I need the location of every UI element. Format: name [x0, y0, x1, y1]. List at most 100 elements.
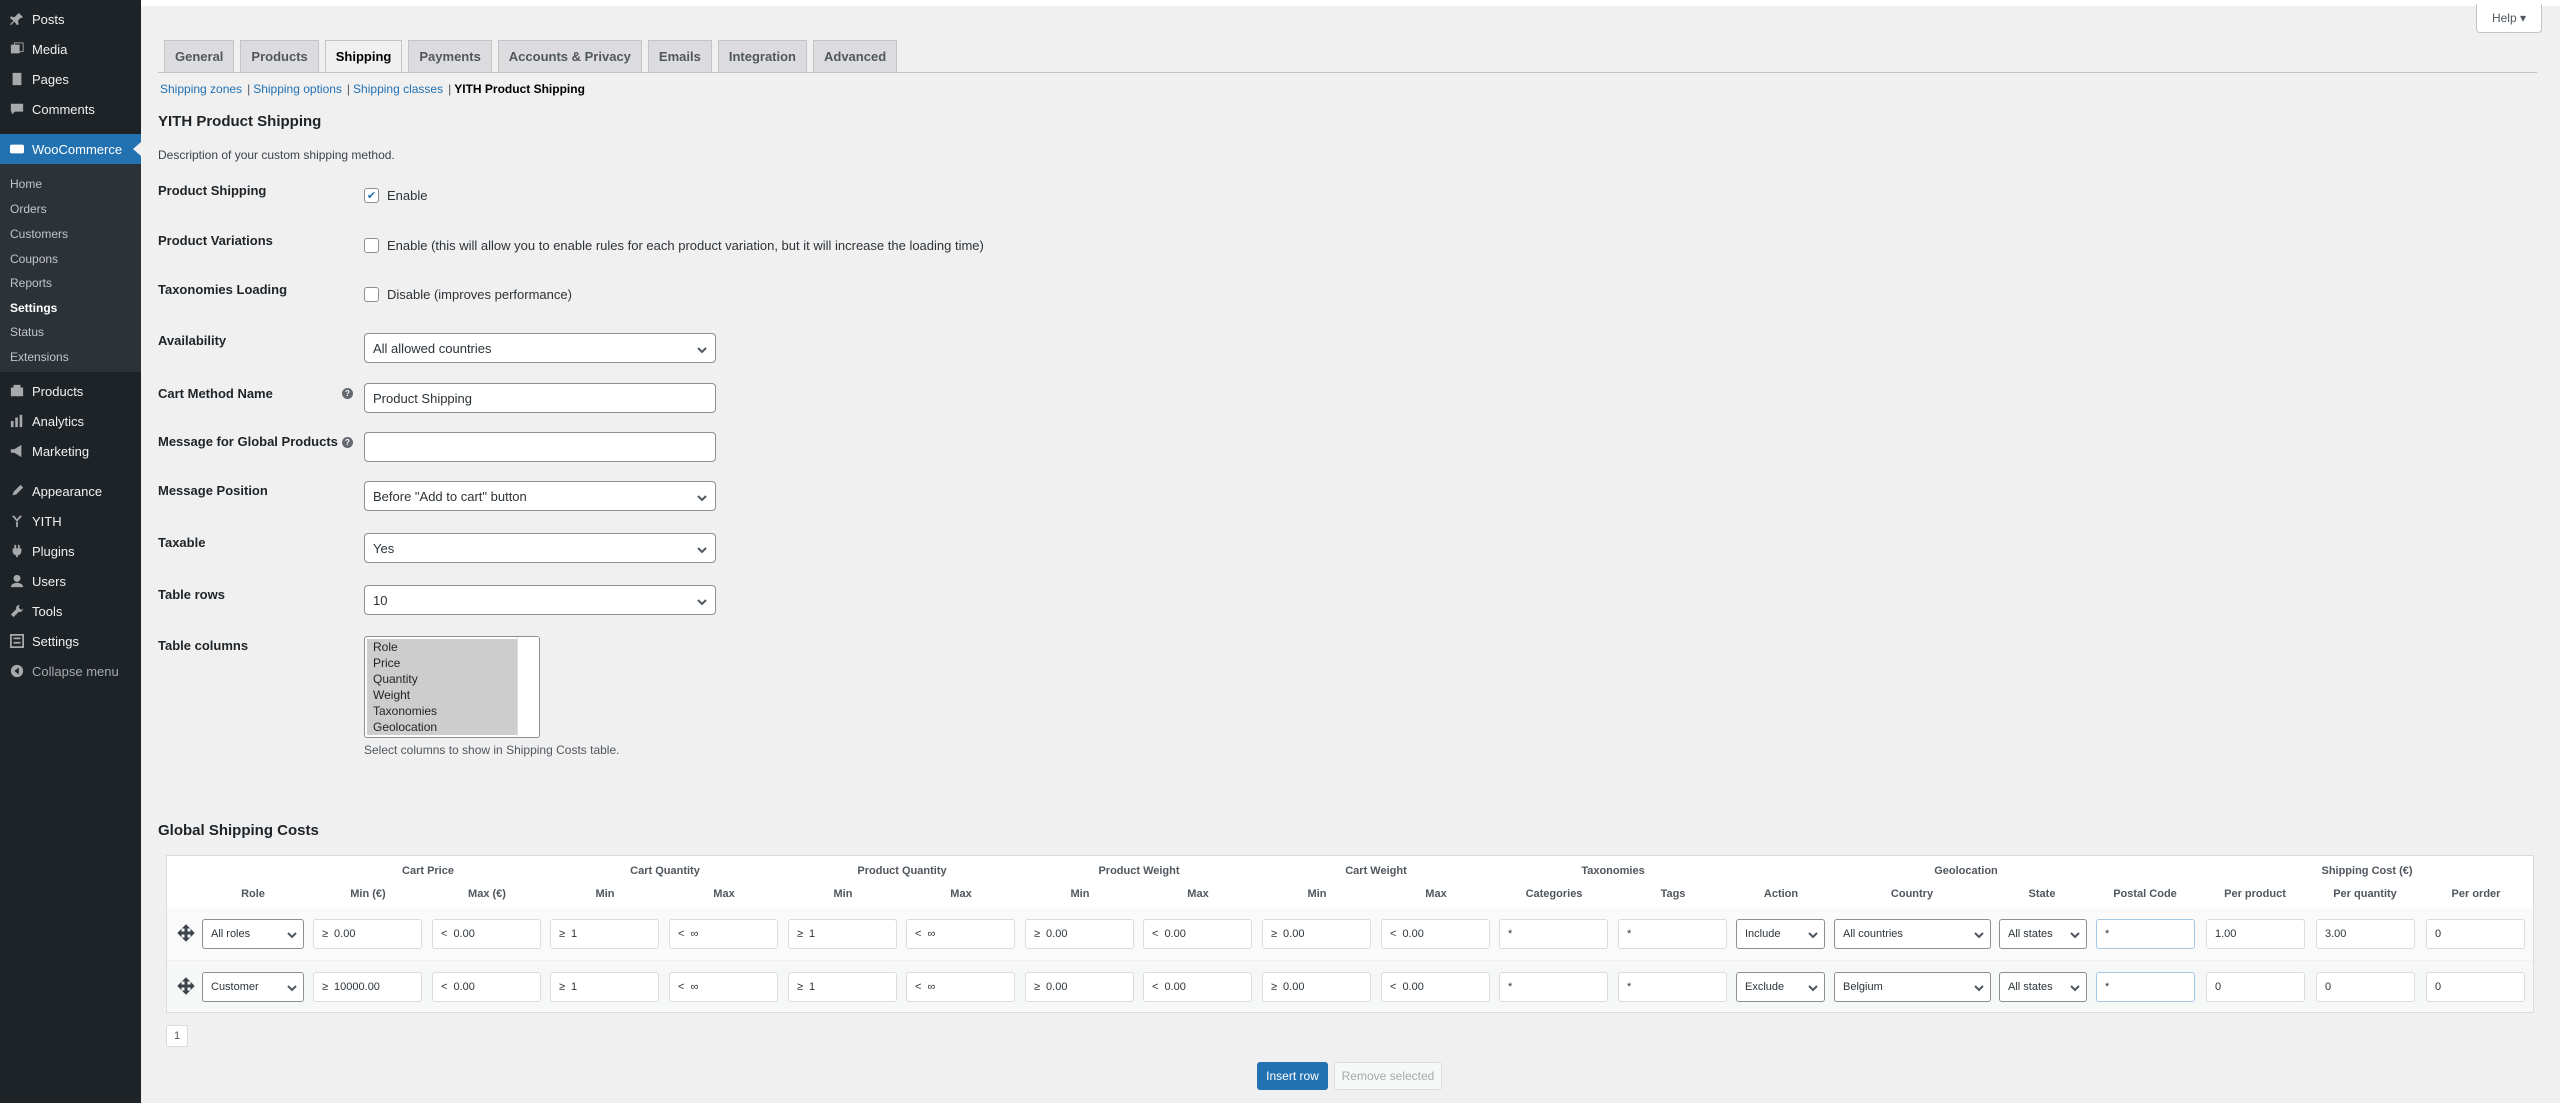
product-variations-option[interactable]: Enable (this will allow you to enable ru…: [364, 238, 984, 253]
menu-woocommerce[interactable]: WooCommerce: [0, 134, 141, 164]
submenu-extensions[interactable]: Extensions: [0, 346, 141, 368]
option-geolocation[interactable]: Geolocation: [367, 719, 517, 735]
per-product-input[interactable]: 0: [2206, 972, 2305, 1002]
tab-advanced[interactable]: Advanced: [813, 40, 898, 72]
submenu-reports[interactable]: Reports: [0, 272, 141, 294]
price-min-input[interactable]: ≥0.00: [313, 919, 422, 949]
menu-media[interactable]: Media: [0, 34, 141, 64]
option-taxonomies[interactable]: Taxonomies: [367, 703, 517, 719]
menu-plugins[interactable]: Plugins: [0, 536, 141, 566]
option-role[interactable]: Role: [367, 639, 517, 655]
product-weight-min-input[interactable]: ≥0.00: [1025, 919, 1134, 949]
menu-settings[interactable]: Settings: [0, 626, 141, 656]
menu-comments[interactable]: Comments: [0, 94, 141, 124]
tags-input[interactable]: *: [1618, 919, 1727, 949]
cart-qty-min-input[interactable]: ≥1: [550, 972, 659, 1002]
cart-qty-max-input[interactable]: < ∞: [669, 919, 778, 949]
menu-products[interactable]: Products: [0, 376, 141, 406]
tab-products[interactable]: Products: [240, 40, 319, 72]
pagination-page-1[interactable]: 1: [166, 1025, 188, 1047]
cart-weight-min-input[interactable]: ≥0.00: [1262, 972, 1371, 1002]
menu-yith[interactable]: YITH: [0, 506, 141, 536]
tab-emails[interactable]: Emails: [647, 40, 712, 72]
country-select[interactable]: Belgium: [1834, 972, 1991, 1002]
product-variations-checkbox[interactable]: [364, 238, 379, 253]
role-select[interactable]: All roles: [202, 919, 304, 949]
action-select[interactable]: Exclude: [1736, 972, 1825, 1002]
price-max-input[interactable]: <0.00: [432, 919, 541, 949]
cart-weight-max-input[interactable]: <0.00: [1381, 919, 1490, 949]
tab-shipping[interactable]: Shipping: [324, 40, 403, 72]
per-order-input[interactable]: 0: [2426, 972, 2525, 1002]
table-columns-multiselect[interactable]: Role Price Quantity Weight Taxonomies Ge…: [364, 636, 540, 738]
product-shipping-checkbox[interactable]: ✔: [364, 188, 379, 203]
per-product-input[interactable]: 1.00: [2206, 919, 2305, 949]
scrollbar[interactable]: [517, 637, 539, 737]
cart-weight-max-input[interactable]: <0.00: [1381, 972, 1490, 1002]
menu-posts[interactable]: Posts: [0, 4, 141, 34]
product-qty-min-input[interactable]: ≥1: [788, 919, 897, 949]
message-position-select[interactable]: Before "Add to cart" button: [364, 481, 716, 511]
cart-qty-max-input[interactable]: < ∞: [669, 972, 778, 1002]
categories-input[interactable]: *: [1499, 972, 1608, 1002]
collapse-menu-button[interactable]: Collapse menu: [0, 656, 141, 686]
submenu-home[interactable]: Home: [0, 173, 141, 195]
product-weight-max-input[interactable]: <0.00: [1143, 919, 1252, 949]
link-shipping-classes[interactable]: Shipping classes: [353, 82, 443, 96]
state-select[interactable]: All states: [1999, 919, 2087, 949]
message-global-input[interactable]: [364, 432, 716, 462]
submenu-status[interactable]: Status: [0, 321, 141, 343]
menu-pages[interactable]: Pages: [0, 64, 141, 94]
drag-handle-icon[interactable]: [177, 977, 195, 995]
per-quantity-input[interactable]: 3.00: [2316, 919, 2415, 949]
remove-selected-button[interactable]: Remove selected: [1334, 1062, 1442, 1090]
tab-accounts-privacy[interactable]: Accounts & Privacy: [497, 40, 642, 72]
per-order-input[interactable]: 0: [2426, 919, 2525, 949]
help-tip-icon[interactable]: ?: [342, 437, 353, 448]
role-select[interactable]: Customer: [202, 972, 304, 1002]
menu-tools[interactable]: Tools: [0, 596, 141, 626]
product-qty-min-input[interactable]: ≥1: [788, 972, 897, 1002]
product-qty-max-input[interactable]: < ∞: [906, 919, 1015, 949]
link-shipping-options[interactable]: Shipping options: [253, 82, 342, 96]
menu-users[interactable]: Users: [0, 566, 141, 596]
postal-code-input[interactable]: *: [2096, 919, 2195, 949]
submenu-coupons[interactable]: Coupons: [0, 248, 141, 270]
cart-weight-min-input[interactable]: ≥0.00: [1262, 919, 1371, 949]
tab-general[interactable]: General: [164, 40, 235, 72]
product-weight-max-input[interactable]: <0.00: [1143, 972, 1252, 1002]
table-row[interactable]: Customer ≥10000.00 <0.00 ≥1 < ∞ ≥1 < ∞ ≥0.…: [167, 960, 2533, 1012]
categories-input[interactable]: *: [1499, 919, 1608, 949]
help-tip-icon[interactable]: ?: [342, 388, 353, 399]
postal-code-input[interactable]: *: [2096, 972, 2195, 1002]
menu-marketing[interactable]: Marketing: [0, 436, 141, 466]
taxonomies-loading-option[interactable]: Disable (improves performance): [364, 287, 572, 302]
help-button[interactable]: Help ▾: [2476, 4, 2542, 33]
link-shipping-zones[interactable]: Shipping zones: [160, 82, 242, 96]
price-min-input[interactable]: ≥10000.00: [313, 972, 422, 1002]
price-max-input[interactable]: <0.00: [432, 972, 541, 1002]
product-weight-min-input[interactable]: ≥0.00: [1025, 972, 1134, 1002]
drag-handle-icon[interactable]: [177, 924, 195, 942]
availability-select[interactable]: All allowed countries: [364, 333, 716, 363]
submenu-settings[interactable]: Settings: [0, 297, 141, 319]
cart-qty-min-input[interactable]: ≥1: [550, 919, 659, 949]
country-select[interactable]: All countries: [1834, 919, 1991, 949]
option-quantity[interactable]: Quantity: [367, 671, 517, 687]
table-rows-select[interactable]: 10: [364, 585, 716, 615]
insert-row-button[interactable]: Insert row: [1257, 1062, 1328, 1090]
product-qty-max-input[interactable]: < ∞: [906, 972, 1015, 1002]
state-select[interactable]: All states: [1999, 972, 2087, 1002]
option-weight[interactable]: Weight: [367, 687, 517, 703]
action-select[interactable]: Include: [1736, 919, 1825, 949]
option-price[interactable]: Price: [367, 655, 517, 671]
submenu-customers[interactable]: Customers: [0, 223, 141, 245]
cart-method-name-input[interactable]: Product Shipping: [364, 383, 716, 413]
product-shipping-option[interactable]: ✔ Enable: [364, 188, 427, 203]
tab-integration[interactable]: Integration: [717, 40, 807, 72]
tab-payments[interactable]: Payments: [408, 40, 492, 72]
taxonomies-loading-checkbox[interactable]: [364, 287, 379, 302]
tags-input[interactable]: *: [1618, 972, 1727, 1002]
taxable-select[interactable]: Yes: [364, 533, 716, 563]
submenu-orders[interactable]: Orders: [0, 198, 141, 220]
